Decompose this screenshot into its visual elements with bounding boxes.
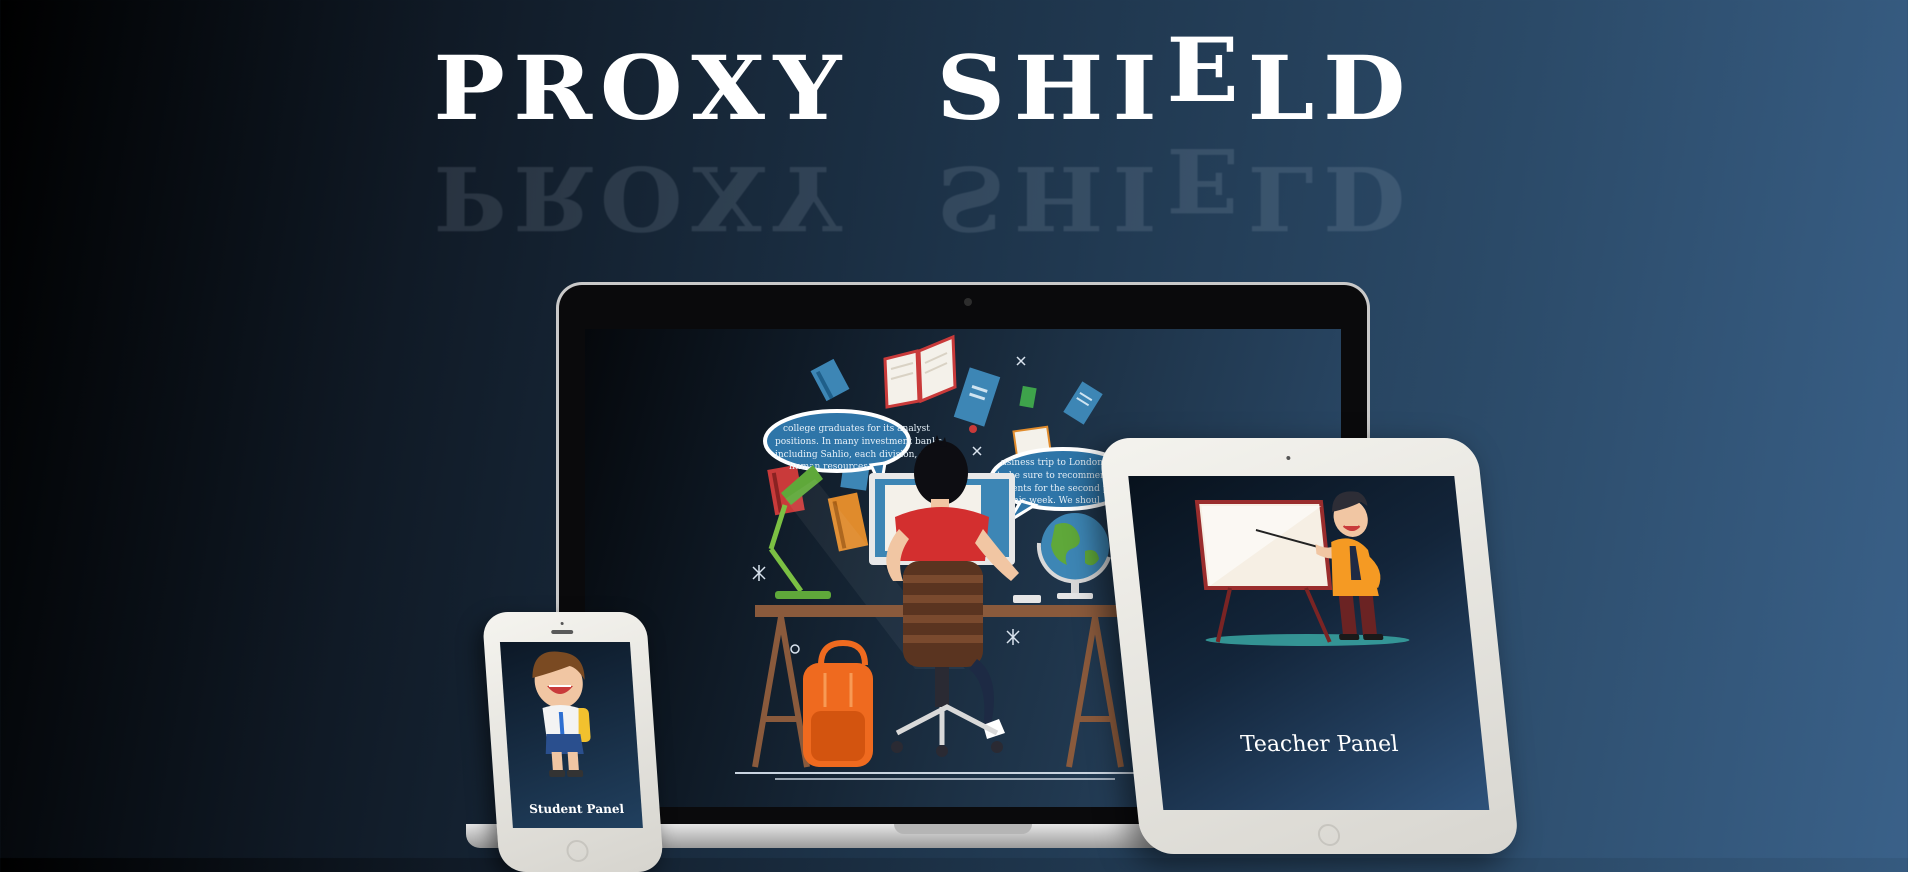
bubble-text-line: college graduates for its analyst [783, 424, 930, 434]
title-letter: S [936, 36, 1006, 140]
student-panel-card[interactable]: Student Panel [499, 642, 643, 828]
bubble-text-line: including Sahlio, each division, no [775, 450, 931, 460]
book-icon [1019, 385, 1037, 409]
title-letter: O [600, 36, 684, 140]
title-reflection-letter: X [691, 146, 765, 250]
student-figure [532, 651, 591, 777]
title-reflection-letter: P [433, 146, 505, 250]
title-letter: D [1322, 36, 1406, 140]
title-reflection-letter: D [1322, 146, 1406, 250]
student-panel-label[interactable]: Student Panel [511, 802, 642, 816]
backpack-icon [803, 639, 873, 767]
phone-camera [560, 622, 564, 625]
student-illustration [532, 651, 591, 777]
title-letter: R [513, 36, 593, 140]
book-icon [810, 358, 850, 402]
presentation-board-icon [1194, 500, 1333, 643]
book-icon [953, 367, 1001, 433]
book-icon [1063, 381, 1103, 425]
app-title-reflection: P R O X Y S H I E L D [433, 128, 1416, 250]
bubble-text-line: his week. We shoul [1013, 496, 1100, 506]
tablet-device: Teacher Panel [1098, 438, 1520, 854]
title-reflection-letter: O [600, 146, 684, 250]
title-reflection-letter: R [513, 146, 593, 250]
bubble-text-line: human resources [789, 462, 868, 472]
laptop-camera [964, 298, 972, 306]
title-reflection-letter: S [936, 146, 1006, 250]
title-letter: P [433, 36, 505, 140]
title-letter: L [1247, 36, 1315, 140]
phone-home-button [565, 840, 590, 862]
title-reflection-letter: I [1112, 146, 1157, 250]
title-reflection-letter: E [1166, 128, 1239, 232]
phone-speaker [551, 630, 574, 634]
title-reflection-letter: Y [773, 146, 842, 250]
globe-icon [1036, 513, 1111, 599]
title-letter: Y [773, 36, 842, 140]
title-letter: E [1166, 18, 1239, 122]
title-reflection-letter: L [1247, 146, 1315, 250]
office-chair-icon [891, 561, 1005, 757]
bubble-text-line: positions. In many investment banks [775, 437, 942, 447]
laptop-trackpad-notch [894, 824, 1032, 834]
promo-banner: P R O X Y S H I E L D P R O X Y S H I E … [0, 0, 1908, 872]
teacher-illustration [1194, 491, 1410, 646]
title-letter: X [691, 36, 765, 140]
book-icon [883, 334, 957, 409]
tablet-camera [1286, 456, 1291, 460]
tablet-home-button [1316, 824, 1342, 846]
phone-device: Student Panel [481, 612, 664, 872]
app-title: P R O X Y S H I E L D [433, 22, 1416, 140]
teacher-panel-card[interactable]: Teacher Panel [1128, 476, 1490, 810]
teacher-panel-label[interactable]: Teacher Panel [1155, 732, 1484, 757]
title-letter: H [1013, 36, 1104, 140]
title-letter: I [1112, 36, 1157, 140]
title-reflection-letter: H [1013, 146, 1104, 250]
